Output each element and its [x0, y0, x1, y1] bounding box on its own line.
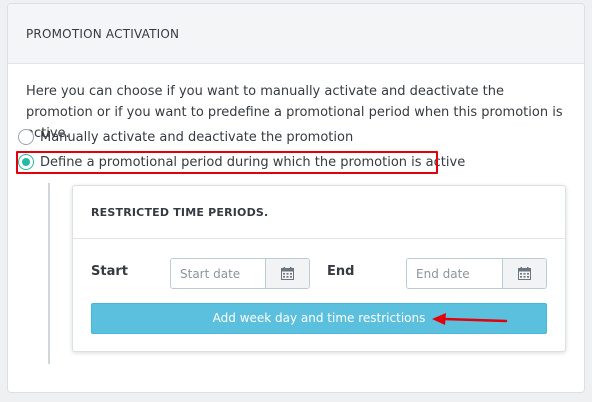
calendar-icon — [518, 267, 531, 280]
section-title: PROMOTION ACTIVATION — [8, 4, 584, 64]
end-date-group — [406, 258, 547, 289]
start-label: Start — [91, 264, 128, 279]
radio-manual-label: Manually activate and deactivate the pro… — [40, 129, 354, 145]
end-label: End — [327, 264, 355, 279]
start-date-input[interactable] — [171, 259, 265, 288]
restricted-title: RESTRICTED TIME PERIODS. — [73, 186, 565, 239]
radio-manual[interactable] — [18, 129, 34, 145]
annotation-arrow-icon — [432, 313, 508, 325]
start-calendar-button[interactable] — [265, 259, 309, 288]
indent-line — [48, 183, 50, 364]
radio-option-manual[interactable]: Manually activate and deactivate the pro… — [18, 127, 353, 147]
calendar-icon — [281, 267, 294, 280]
end-date-input[interactable] — [407, 259, 502, 288]
end-calendar-button[interactable] — [502, 259, 546, 288]
annotation-highlight-box — [16, 151, 438, 174]
start-date-group — [170, 258, 310, 289]
